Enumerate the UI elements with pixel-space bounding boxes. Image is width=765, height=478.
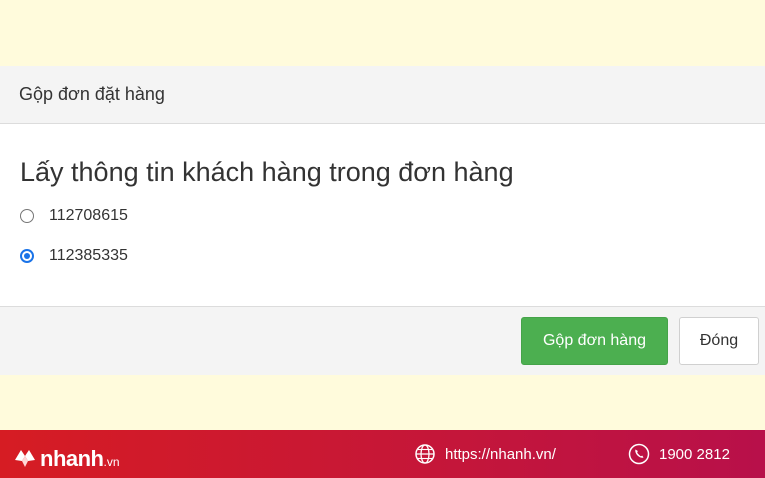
website-link[interactable]: https://nhanh.vn/ [414, 443, 556, 465]
nhanh-logo: nhanh .vn [12, 440, 120, 472]
order-option-1[interactable]: 112708615 [20, 196, 745, 236]
phone-icon [628, 443, 650, 465]
close-button[interactable]: Đóng [679, 317, 759, 365]
order-option-2-label: 112385335 [49, 247, 128, 264]
order-option-1-radio[interactable] [20, 209, 34, 223]
dialog-body: Lấy thông tin khách hàng trong đơn hàng … [0, 124, 765, 306]
dialog-footer: Gộp đơn hàng Đóng [0, 306, 765, 375]
merge-orders-dialog: Gộp đơn đặt hàng Lấy thông tin khách hàn… [0, 66, 765, 375]
merge-orders-button[interactable]: Gộp đơn hàng [521, 317, 668, 365]
order-option-2-radio[interactable] [20, 249, 34, 263]
website-url: https://nhanh.vn/ [445, 445, 556, 463]
hotline-number: 1900 2812 [659, 445, 730, 463]
brand-suffix: .vn [103, 455, 120, 469]
globe-icon [415, 444, 435, 464]
dialog-header: Gộp đơn đặt hàng [0, 66, 765, 124]
order-option-2[interactable]: 112385335 [20, 236, 745, 276]
order-option-1-label: 112708615 [49, 207, 128, 224]
customer-info-heading: Lấy thông tin khách hàng trong đơn hàng [20, 157, 514, 187]
brand-name: nhanh [40, 446, 104, 471]
dialog-title: Gộp đơn đặt hàng [19, 84, 165, 104]
brand-footer-bar: nhanh .vn https://nhanh.vn/ 1900 2812 [0, 430, 765, 478]
nhanh-logo-icon [15, 450, 35, 467]
hotline[interactable]: 1900 2812 [628, 443, 730, 465]
